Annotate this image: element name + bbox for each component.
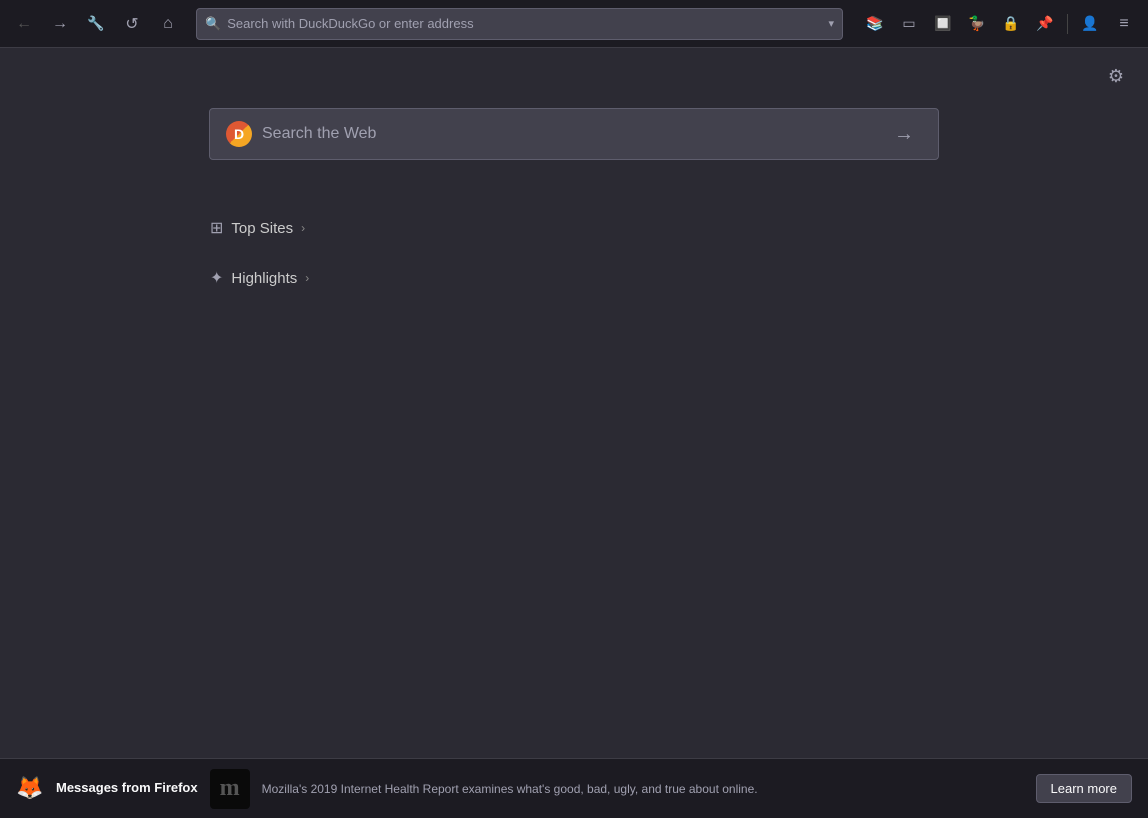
extension2-icon: 🔒 — [1002, 15, 1019, 32]
highlights-section-header[interactable]: ✦ Highlights › — [210, 268, 309, 288]
extension2-button[interactable]: 🔒 — [995, 8, 1027, 40]
highlights-icon: ✦ — [210, 268, 223, 288]
library-icon: 📚 — [866, 15, 883, 32]
address-bar-container: 🔍 Search with DuckDuckGo or enter addres… — [196, 8, 843, 40]
tools-button[interactable]: 🔧 — [80, 8, 112, 40]
top-sites-section-header[interactable]: ⊞ Top Sites › — [210, 218, 309, 238]
sidebar-button[interactable]: ▭ — [893, 8, 925, 40]
container-button[interactable]: 🔲 — [927, 8, 959, 40]
extension3-button[interactable]: 📌 — [1029, 8, 1061, 40]
bottom-message-content: Messages from Firefox — [56, 780, 198, 797]
toolbar-divider — [1067, 14, 1068, 34]
menu-icon: ≡ — [1119, 15, 1128, 33]
duckduckgo-logo: D — [226, 121, 252, 147]
highlights-chevron-icon: › — [305, 271, 309, 285]
browser-toolbar: ← → 🔧 ↺ ⌂ 🔍 Search with DuckDuckGo or en… — [0, 0, 1148, 48]
container-icon: 🔲 — [934, 15, 951, 32]
search-input-placeholder: Search the Web — [262, 125, 876, 143]
article-thumbnail: m — [210, 769, 250, 809]
toolbar-icons: 📚 ▭ 🔲 🦆 🔒 📌 👤 ≡ — [859, 8, 1140, 40]
gear-icon: ⚙ — [1108, 66, 1124, 87]
sidebar-icon: ▭ — [902, 15, 915, 32]
back-icon: ← — [16, 15, 32, 33]
top-sites-icon: ⊞ — [210, 218, 223, 238]
forward-button[interactable]: → — [44, 8, 76, 40]
menu-button[interactable]: ≡ — [1108, 8, 1140, 40]
extension3-icon: 📌 — [1036, 15, 1053, 32]
dropdown-arrow-icon[interactable]: ▾ — [828, 17, 834, 30]
search-box[interactable]: D Search the Web → — [209, 108, 939, 160]
reload-button[interactable]: ↺ — [116, 8, 148, 40]
address-bar-text: Search with DuckDuckGo or enter address — [227, 16, 828, 31]
back-button[interactable]: ← — [8, 8, 40, 40]
tools-icon: 🔧 — [87, 15, 104, 32]
search-icon: 🔍 — [205, 16, 221, 32]
search-widget: D Search the Web → — [209, 108, 939, 160]
sections: ⊞ Top Sites › ✦ Highlights › — [210, 218, 309, 318]
library-button[interactable]: 📚 — [859, 8, 891, 40]
page-settings-button[interactable]: ⚙ — [1100, 60, 1132, 92]
highlights-label: Highlights — [231, 270, 297, 287]
ddg-extension-button[interactable]: 🦆 — [961, 8, 993, 40]
home-icon: ⌂ — [163, 15, 173, 33]
search-go-icon: → — [894, 123, 914, 146]
learn-more-button[interactable]: Learn more — [1036, 774, 1132, 803]
bottom-message-title: Messages from Firefox — [56, 780, 198, 795]
bottom-bar: 🦊 Messages from Firefox m Mozilla's 2019… — [0, 758, 1148, 818]
page-content: ⚙ D Search the Web → ⊞ Top Sites › ✦ Hig… — [0, 48, 1148, 758]
account-icon: 👤 — [1081, 15, 1098, 32]
top-sites-label: Top Sites — [231, 220, 293, 237]
account-button[interactable]: 👤 — [1074, 8, 1106, 40]
address-bar[interactable]: 🔍 Search with DuckDuckGo or enter addres… — [196, 8, 843, 40]
reload-icon: ↺ — [125, 14, 138, 34]
top-sites-chevron-icon: › — [301, 221, 305, 235]
search-go-button[interactable]: → — [886, 116, 922, 152]
bottom-article-text: Mozilla's 2019 Internet Health Report ex… — [262, 782, 758, 796]
ddg-extension-icon: 🦆 — [968, 15, 985, 32]
home-button[interactable]: ⌂ — [152, 8, 184, 40]
firefox-logo: 🦊 — [16, 775, 44, 803]
forward-icon: → — [52, 15, 68, 33]
